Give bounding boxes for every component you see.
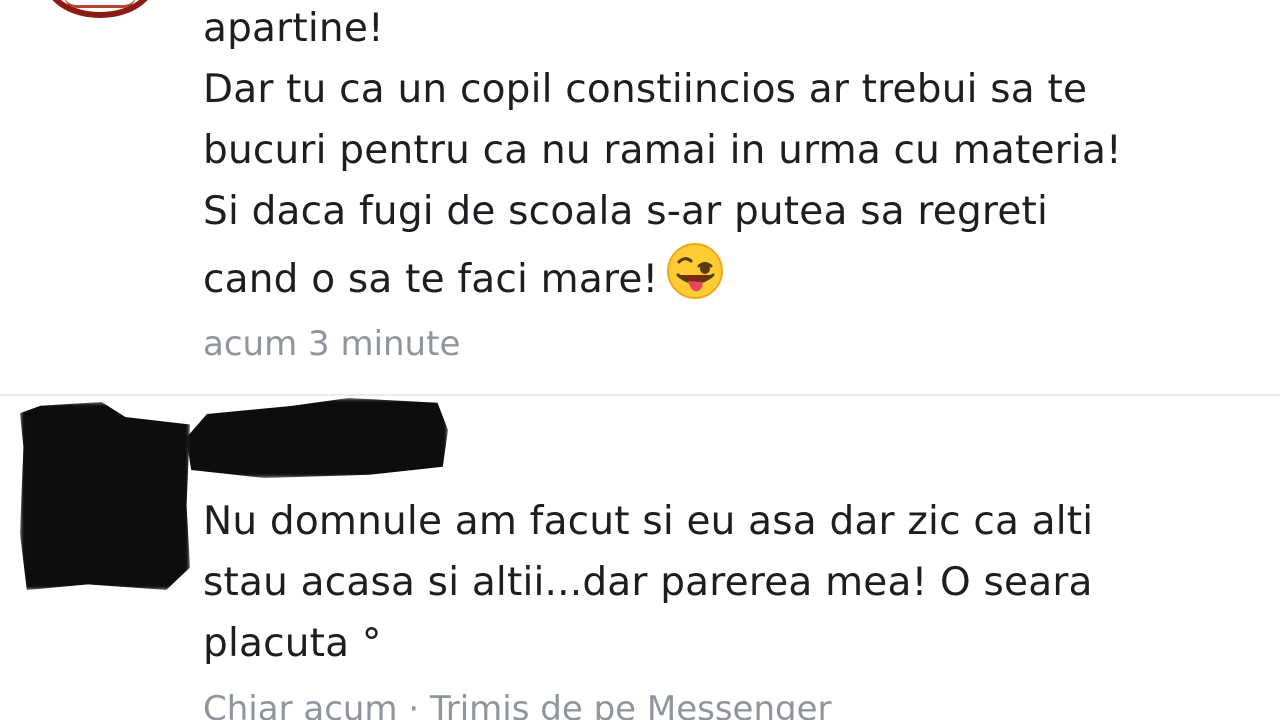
comment-line: stau acasa si altii...dar parerea mea! O… (203, 560, 1093, 605)
winking-face-with-tongue-icon (666, 242, 724, 318)
comment-line: cand o sa te faci mare! (203, 257, 659, 302)
avatar[interactable] (44, 0, 156, 18)
comment-line: Dar tu ca un copil constiincios ar trebu… (203, 67, 1088, 112)
redacted-avatar (20, 402, 190, 590)
comment-line: bucuri pentru ca nu ramai in urma cu mat… (203, 128, 1122, 173)
comment-line: placuta ° (203, 621, 382, 666)
comment-body: apartine! Dar tu ca un copil constiincios… (203, 0, 1253, 318)
redacted-author-name (186, 398, 448, 478)
comment-thread: apartine! Dar tu ca un copil constiincios… (0, 0, 1280, 720)
comment-line-last: cand o sa te faci mare! (203, 242, 1253, 318)
divider (0, 394, 1280, 396)
comment-line: apartine! (203, 6, 384, 51)
comment-body: Nu domnule am facut si eu asa dar zic ca… (203, 491, 1253, 674)
comment-line: Nu domnule am facut si eu asa dar zic ca… (203, 499, 1094, 544)
comment-line: Si daca fugi de scoala s-ar putea sa reg… (203, 189, 1049, 234)
comment-timestamp[interactable]: acum 3 minute (203, 324, 460, 364)
comment-timestamp[interactable]: Chiar acum · Trimis de pe Messenger (203, 689, 832, 720)
